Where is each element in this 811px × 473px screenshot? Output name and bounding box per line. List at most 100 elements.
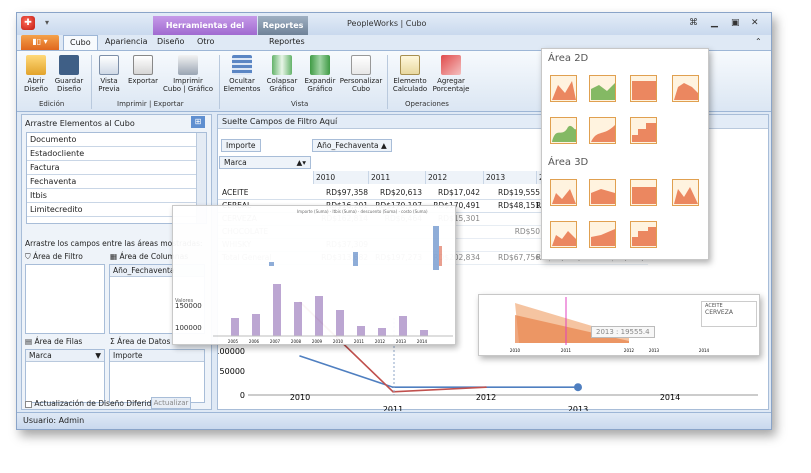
data-field-chip[interactable]: Importe <box>110 350 204 362</box>
context-tab-herramientas: Herramientas del Gráfico <box>153 16 257 49</box>
field-list-header: Arrastre Elementos al Cubo ⊞ <box>22 115 211 132</box>
bar[interactable] <box>357 326 365 336</box>
bar[interactable] <box>420 330 428 336</box>
group-vista-label: Vista <box>291 100 309 108</box>
rows-icon: ▤ <box>25 337 33 346</box>
area-2d-steparea-tile[interactable] <box>630 117 657 144</box>
bar[interactable] <box>433 226 439 270</box>
ribbon-separator <box>387 55 388 109</box>
vista-previa-button[interactable]: Vista Previa <box>95 55 123 93</box>
area-2d-spline-stacked-tile[interactable] <box>589 117 616 144</box>
area-3d-tile[interactable] <box>550 179 577 206</box>
bar[interactable] <box>231 318 239 336</box>
area-tooltip: 2013 : 19555.4 <box>591 326 655 338</box>
expand-icon <box>310 55 330 75</box>
bar-x-tick: 2010 <box>333 339 344 344</box>
quick-access-dropdown-icon[interactable]: ▾ <box>45 18 49 27</box>
area-3d-spline-stacked-tile[interactable] <box>589 221 616 248</box>
app-logo-icon[interactable]: ✚ <box>21 16 35 30</box>
maximize-button[interactable]: ▣ <box>731 18 740 28</box>
personalizar-cubo-button[interactable]: Personalizar Cubo <box>339 55 383 93</box>
area-3d-stacked-tile[interactable] <box>589 179 616 206</box>
row-field-chip[interactable]: Marca ▼ <box>26 350 104 362</box>
x-tick-label: 2010 <box>290 393 310 402</box>
agregar-porcentaje-button[interactable]: Agregar Porcentaje <box>431 55 471 93</box>
colapsar-label: Colapsar Gráfico <box>266 77 298 93</box>
bar-x-tick: 2012 <box>375 339 386 344</box>
bar[interactable] <box>273 284 281 336</box>
folder-icon <box>26 55 46 75</box>
tab-diseno[interactable]: Diseño <box>157 37 184 46</box>
exportar-button[interactable]: Exportar <box>127 55 159 85</box>
file-menu-button[interactable]: ▮▯ ▾ <box>21 35 59 50</box>
guardar-diseno-button[interactable]: Guardar Diseño <box>53 55 85 93</box>
area-3d-spline-tile[interactable] <box>672 179 699 206</box>
field-item[interactable]: Factura <box>27 161 206 175</box>
layout-toggle-icon[interactable]: ⊞ <box>191 116 205 128</box>
ocultar-elementos-button[interactable]: Ocultar Elementos <box>223 55 261 93</box>
agregar-label: Agregar Porcentaje <box>432 77 470 93</box>
colapsar-grafico-button[interactable]: Colapsar Gráfico <box>265 55 299 93</box>
gallery-2d-title: Área 2D <box>548 53 589 64</box>
data-point[interactable] <box>485 386 487 388</box>
group-edicion-label: Edición <box>39 100 65 108</box>
tab-otro[interactable]: Otro <box>197 37 214 46</box>
bar[interactable] <box>353 252 358 266</box>
area-2d-tile[interactable] <box>550 75 577 102</box>
field-item[interactable]: Documento <box>27 133 206 147</box>
filter-icon[interactable]: ▼ <box>95 351 101 360</box>
data-field-header[interactable]: Importe <box>221 139 261 152</box>
close-button[interactable]: ✕ <box>751 18 759 28</box>
update-button[interactable]: Actualizar <box>151 397 191 409</box>
imprimir-button[interactable]: Imprimir Cubo | Gráfico <box>163 55 213 93</box>
year-header[interactable]: 2013 <box>483 171 536 184</box>
ribbon-collapse-icon[interactable]: ⌃ <box>755 37 762 46</box>
data-point[interactable] <box>299 355 301 357</box>
list-icon <box>232 55 252 75</box>
bar[interactable] <box>252 314 260 336</box>
field-item[interactable]: Estadocliente <box>27 147 206 161</box>
area-3d-100-tile[interactable] <box>630 179 657 206</box>
bar[interactable] <box>336 310 344 336</box>
area-2d-spline-tile[interactable] <box>550 117 577 144</box>
area-3d-steparea-tile[interactable] <box>630 221 657 248</box>
exportar-label: Exportar <box>127 77 159 85</box>
area-2d-stacked-tile[interactable] <box>589 75 616 102</box>
restore-layout-icon[interactable]: ⌘ <box>689 18 698 28</box>
field-item[interactable]: Fechaventa <box>27 175 206 189</box>
expandir-grafico-button[interactable]: Expandir Gráfico <box>303 55 337 93</box>
area-2d-100-tile[interactable] <box>630 75 657 102</box>
ocultar-label: Ocultar Elementos <box>223 77 261 93</box>
x-tick-label: 2012 <box>476 393 496 402</box>
bar[interactable] <box>294 302 302 336</box>
data-point[interactable] <box>574 383 582 392</box>
area-legend: ACEITE CERVEZA <box>701 301 757 327</box>
column-field-header[interactable]: Año_Fechaventa ▲ <box>312 139 392 152</box>
row-area-box[interactable]: Marca ▼ <box>25 349 105 403</box>
bar[interactable] <box>399 316 407 336</box>
deferred-update-checkbox[interactable] <box>25 400 32 408</box>
tab-apariencia[interactable]: Apariencia <box>105 37 147 46</box>
bar[interactable] <box>378 328 386 336</box>
abrir-diseno-button[interactable]: Abrir Diseño <box>23 55 49 93</box>
area-3d-step-tile[interactable] <box>550 221 577 248</box>
year-header[interactable]: 2010 <box>313 171 368 184</box>
tab-reportes[interactable]: Reportes <box>269 37 305 46</box>
bar[interactable] <box>315 296 323 336</box>
minimize-button[interactable]: ▁ <box>711 18 718 28</box>
bar[interactable] <box>269 262 274 266</box>
area-x-tick: 2011 <box>561 348 572 353</box>
data-area-box[interactable]: Importe <box>109 349 205 403</box>
field-item[interactable]: Itbis <box>27 189 206 203</box>
data-field-label: Importe <box>113 351 143 360</box>
filter-area-box[interactable] <box>25 264 105 334</box>
row-header[interactable]: ACEITE <box>222 188 249 197</box>
row-field-label: Marca <box>29 351 52 360</box>
area-2d-step-tile[interactable] <box>672 75 699 102</box>
printer-icon <box>178 55 198 75</box>
row-field-header[interactable]: Marca ▲▾ <box>219 156 311 169</box>
year-header[interactable]: 2011 <box>368 171 425 184</box>
elemento-calculado-button[interactable]: Elemento Calculado <box>391 55 429 93</box>
tab-cubo[interactable]: Cubo <box>63 35 98 50</box>
year-header[interactable]: 2012 <box>425 171 483 184</box>
